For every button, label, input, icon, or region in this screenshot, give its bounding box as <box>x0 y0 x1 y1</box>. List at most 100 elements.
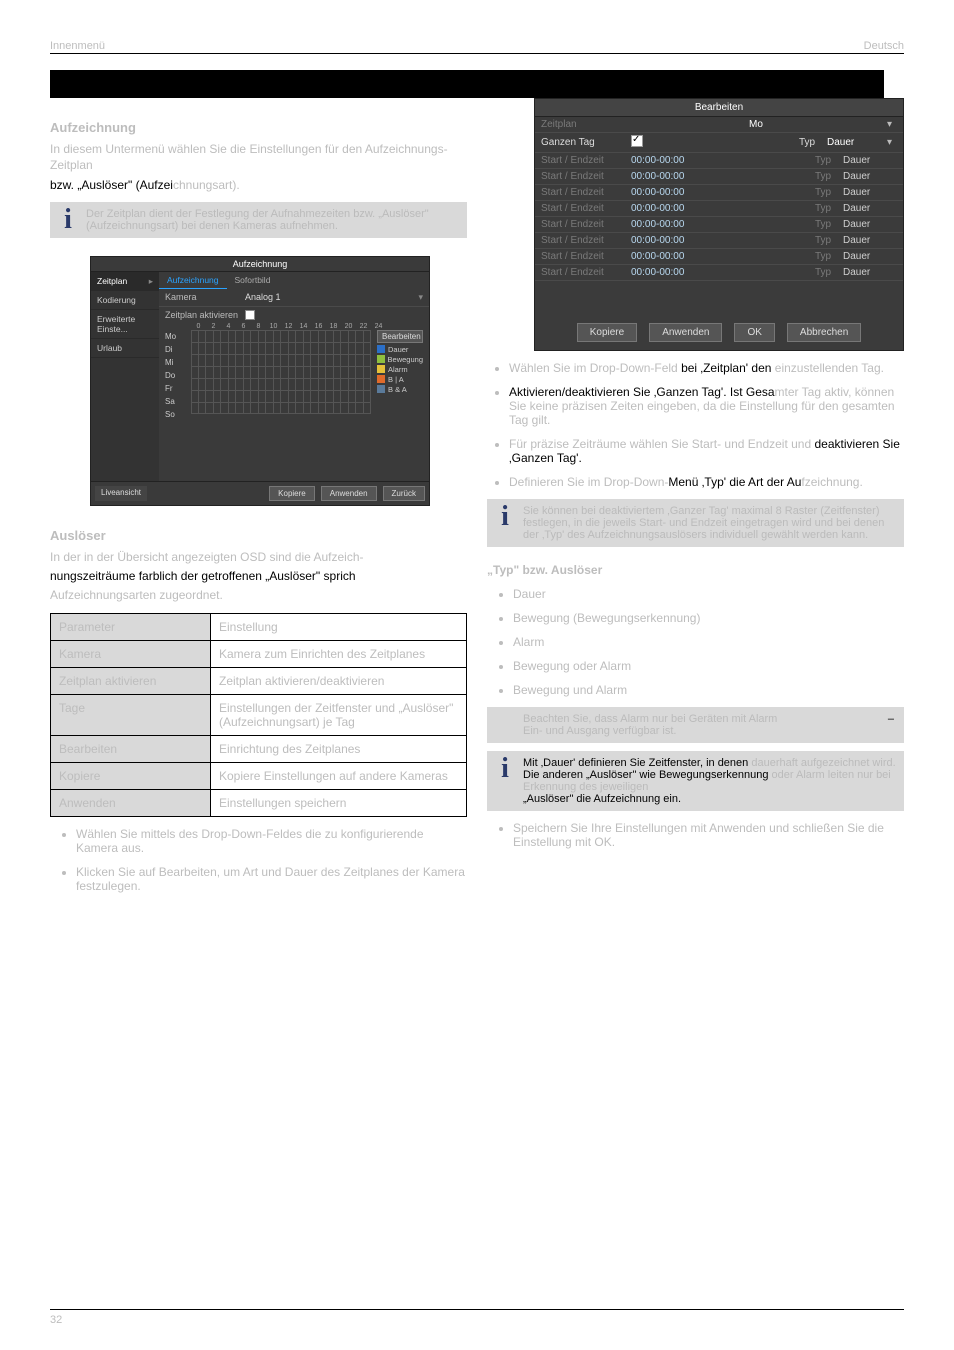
bp-weekday[interactable]: Mo <box>625 119 887 130</box>
bp-time-value[interactable]: 00:00-00:00 <box>625 171 815 182</box>
typ-item: Bewegung (Bewegungserkennung) <box>513 611 904 625</box>
bp-typ-label: Typ <box>815 187 843 198</box>
bp-time-value[interactable]: 00:00-00:00 <box>625 235 815 246</box>
bp-time-row: Start / Endzeit00:00-00:00TypDauer <box>535 233 903 249</box>
info-box-1: i Der Zeitplan dient der Festlegung der … <box>50 202 467 238</box>
gloss-key: Parameter <box>51 613 211 640</box>
aufz-title: Aufzeichnung <box>91 257 429 272</box>
gloss-key: Kamera <box>51 640 211 667</box>
gloss-key: Bearbeiten <box>51 735 211 762</box>
bp-zeitplan-label: Zeitplan <box>535 119 625 130</box>
heading-typ: „Typ" bzw. Auslöser <box>487 563 904 577</box>
bp-typ-label: Typ <box>815 203 843 214</box>
bp-kopiere-button[interactable]: Kopiere <box>577 323 637 342</box>
colorline-dark: nungszeiträume farblich der getroffenen … <box>50 569 356 583</box>
bp-startend-label: Start / Endzeit <box>535 251 625 262</box>
aufz-kamera-label: Kamera <box>165 292 245 302</box>
header-left: Innenmenü <box>50 40 105 52</box>
bp-typ-value[interactable]: Dauer <box>843 171 903 182</box>
aufz-activate-checkbox[interactable] <box>245 310 255 320</box>
bp-typ-value[interactable]: Dauer <box>843 187 903 198</box>
bp-time-row: Start / Endzeit00:00-00:00TypDauer <box>535 169 903 185</box>
bp-startend-label: Start / Endzeit <box>535 187 625 198</box>
aufz-tab-aufzeichnung[interactable]: Aufzeichnung <box>159 272 227 289</box>
aufz-anwenden-button[interactable]: Anwenden <box>321 486 377 501</box>
header-right: Deutsch <box>864 40 904 52</box>
bp-typ-value[interactable]: Dauer <box>843 251 903 262</box>
glossary-table: ParameterEinstellungKameraKamera zum Ein… <box>50 613 467 817</box>
aufz-side-kodierung[interactable]: Kodierung <box>91 291 159 310</box>
bp-anwenden-button[interactable]: Anwenden <box>649 323 722 342</box>
left-bullets: Wählen Sie mittels des Drop-Down-Feldes … <box>50 827 467 893</box>
bp-time-value[interactable]: 00:00-00:00 <box>625 267 815 278</box>
dash-dark: – <box>888 713 894 725</box>
chevron-down-icon[interactable]: ▾ <box>887 137 903 148</box>
bp-typ-value[interactable]: Dauer <box>843 235 903 246</box>
gloss-val: Kopiere Einstellungen auf andere Kameras <box>211 762 467 789</box>
bearbeiten-panel: Bearbeiten Zeitplan Mo ▾ Ganzen Tag Typ … <box>534 98 904 351</box>
header-rule: Innenmenü Deutsch <box>50 40 904 54</box>
chevron-down-icon[interactable]: ▾ <box>887 119 903 130</box>
chevron-down-icon[interactable]: ▾ <box>418 292 423 303</box>
info-box-2: i Sie können bei deaktiviertem ‚Ganzer T… <box>487 499 904 547</box>
info-icon: i <box>487 751 523 811</box>
bp-ok-button[interactable]: OK <box>734 323 774 342</box>
gloss-val: Einstellung <box>211 613 467 640</box>
info-icon <box>487 707 523 743</box>
left-bullet: Klicken Sie auf Bearbeiten, um Art und D… <box>76 865 467 893</box>
bp-typ-value[interactable]: Dauer <box>843 203 903 214</box>
heading-aufzeichnung: Aufzeichnung <box>50 120 467 135</box>
info-box-3: Beachten Sie, dass Alarm nur bei Geräten… <box>487 707 904 743</box>
bp-typ-label: Typ <box>815 219 843 230</box>
bp-time-value[interactable]: 00:00-00:00 <box>625 251 815 262</box>
bp-startend-label: Start / Endzeit <box>535 203 625 214</box>
bp-time-row: Start / Endzeit00:00-00:00TypDauer <box>535 265 903 281</box>
bp-ganztag-label: Ganzen Tag <box>535 137 625 148</box>
bp-time-row: Start / Endzeit00:00-00:00TypDauer <box>535 153 903 169</box>
gloss-val: Zeitplan aktivieren/deaktivieren <box>211 667 467 694</box>
info-icon: i <box>50 202 86 238</box>
aufz-side-urlaub[interactable]: Urlaub <box>91 339 159 358</box>
right-bullet-1: Wählen Sie im Drop-Down-Feld bei ‚Zeitpl… <box>509 361 904 375</box>
bp-time-value[interactable]: 00:00-00:00 <box>625 155 815 166</box>
gloss-key: Kopiere <box>51 762 211 789</box>
bp-typ-value[interactable]: Dauer <box>843 267 903 278</box>
aufz-zuruck-button[interactable]: Zurück <box>383 486 425 501</box>
bp-time-value[interactable]: 00:00-00:00 <box>625 187 815 198</box>
aufz-kopiere-button[interactable]: Kopiere <box>269 486 315 501</box>
bp-typ-value[interactable]: Dauer <box>843 219 903 230</box>
bp-time-row: Start / Endzeit00:00-00:00TypDauer <box>535 201 903 217</box>
gloss-key: Anwenden <box>51 789 211 816</box>
page-footer: 32 <box>50 1309 904 1326</box>
bp-time-value[interactable]: 00:00-00:00 <box>625 203 815 214</box>
aufz-kamera-value[interactable]: Analog 1 <box>245 292 418 302</box>
aufz-sidebar: Zeitplan▸ Kodierung Erweiterte Einste...… <box>91 272 159 481</box>
black-band-right <box>467 70 884 98</box>
aufz-tab-sofortbild[interactable]: Sofortbild <box>227 272 279 289</box>
belowchart-text: In der in der Übersicht angezeigten OSD … <box>50 549 467 565</box>
bp-typ-label: Typ <box>815 171 843 182</box>
aufz-side-erweitert[interactable]: Erweiterte Einste... <box>91 310 159 339</box>
aufz-side-zeitplan[interactable]: Zeitplan▸ <box>91 272 159 291</box>
gloss-val: Einstellungen der Zeitfenster und „Auslö… <box>211 694 467 735</box>
aufzeichnung-panel: Aufzeichnung Zeitplan▸ Kodierung Erweite… <box>90 256 430 506</box>
info-icon: i <box>487 499 523 547</box>
bp-typ-value[interactable]: Dauer <box>843 155 903 166</box>
bearbeiten-title: Bearbeiten <box>535 99 903 117</box>
heading-ausloser: Auslöser <box>50 528 467 543</box>
bp-abbrechen-button[interactable]: Abbrechen <box>787 323 861 342</box>
gloss-key: Tage <box>51 694 211 735</box>
bp-typ-label-top: Typ <box>799 137 827 148</box>
bp-typ-value-top[interactable]: Dauer <box>827 137 887 148</box>
bp-time-value[interactable]: 00:00-00:00 <box>625 219 815 230</box>
info-box-4: i Mit ‚Dauer' definieren Sie Zeitfenster… <box>487 751 904 811</box>
trigger-text-dark: bzw. „Auslöser" (Aufzei <box>50 178 173 192</box>
typ-item: Dauer <box>513 587 904 601</box>
typ-list: DauerBewegung (Bewegungserkennung)AlarmB… <box>487 587 904 697</box>
gloss-val: Kamera zum Einrichten des Zeitplanes <box>211 640 467 667</box>
aufz-live-button[interactable]: Liveansicht <box>95 486 147 501</box>
bp-ganztag-checkbox[interactable] <box>631 135 643 147</box>
aufz-edit-button[interactable]: Bearbeiten <box>377 330 423 343</box>
bp-startend-label: Start / Endzeit <box>535 219 625 230</box>
aufz-schedule-chart: 024681012141618202224 MoDiMiDoFrSaSo Bea… <box>159 323 429 421</box>
